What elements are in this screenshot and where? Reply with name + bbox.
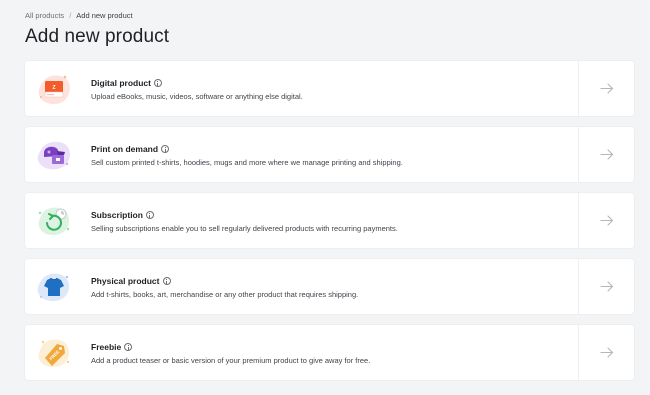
arrow-right-icon[interactable] — [600, 149, 614, 160]
card-divider — [578, 193, 579, 248]
product-type-card-freebie[interactable]: FREE Freebie Add a product teaser or bas… — [25, 325, 634, 380]
digital-product-icon: Z — [35, 70, 73, 108]
info-icon[interactable] — [153, 79, 162, 87]
product-type-description: Selling subscriptions enable you to sell… — [91, 224, 398, 233]
card-divider — [578, 325, 579, 380]
card-divider — [578, 259, 579, 314]
product-type-list: Z Digital product Upload eBooks, music, … — [25, 61, 634, 391]
product-type-description: Add t-shirts, books, art, merchandise or… — [91, 290, 359, 299]
info-icon[interactable] — [162, 277, 171, 285]
card-divider — [578, 127, 579, 182]
product-type-card-digital[interactable]: Z Digital product Upload eBooks, music, … — [25, 61, 634, 116]
product-type-title: Freebie — [91, 342, 564, 352]
product-type-card-subscription[interactable]: Subscription Selling subscriptions enabl… — [25, 193, 634, 248]
breadcrumb: All products / Add new product — [25, 11, 133, 20]
breadcrumb-current: Add new product — [76, 11, 133, 20]
product-type-description: Upload eBooks, music, videos, software o… — [91, 92, 303, 101]
card-divider — [578, 61, 579, 116]
arrow-right-icon[interactable] — [600, 281, 614, 292]
svg-text:Z: Z — [52, 85, 55, 91]
product-type-title: Physical product — [91, 276, 564, 286]
product-type-card-print-on-demand[interactable]: Print on demand Sell custom printed t-sh… — [25, 127, 634, 182]
subscription-icon — [35, 202, 73, 240]
info-icon[interactable] — [124, 343, 133, 351]
product-type-description: Add a product teaser or basic version of… — [91, 356, 371, 365]
print-on-demand-icon — [35, 136, 73, 174]
product-type-title: Subscription — [91, 210, 564, 220]
physical-product-icon — [35, 268, 73, 306]
arrow-right-icon[interactable] — [600, 215, 614, 226]
breadcrumb-all-products-link[interactable]: All products — [25, 11, 64, 20]
product-type-description: Sell custom printed t-shirts, hoodies, m… — [91, 158, 403, 167]
arrow-right-icon[interactable] — [600, 347, 614, 358]
arrow-right-icon[interactable] — [600, 83, 614, 94]
freebie-icon: FREE — [35, 334, 73, 372]
breadcrumb-separator: / — [69, 11, 72, 20]
info-icon[interactable] — [145, 211, 154, 219]
product-type-card-physical[interactable]: Physical product Add t-shirts, books, ar… — [25, 259, 634, 314]
product-type-title: Digital product — [91, 78, 564, 88]
page-title: Add new product — [25, 26, 170, 47]
product-type-title: Print on demand — [91, 144, 564, 154]
info-icon[interactable] — [161, 145, 170, 153]
